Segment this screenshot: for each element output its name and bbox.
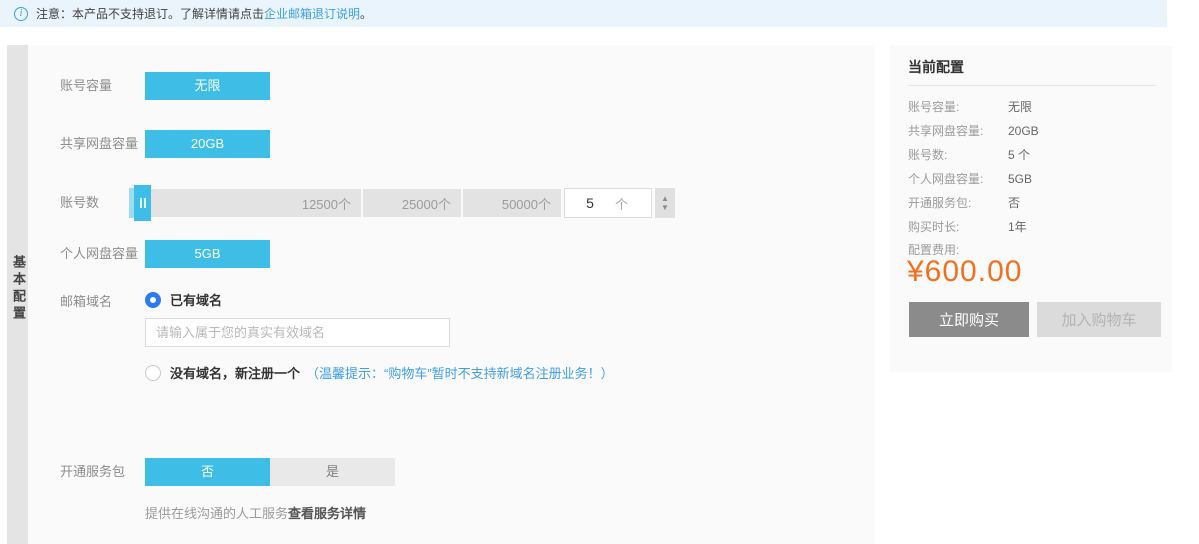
radio-unselected-icon[interactable] (145, 365, 161, 381)
summary-label: 购买时长: (908, 215, 1008, 239)
account-count-box: 个 (564, 188, 652, 218)
unsubscribe-help-link[interactable]: 企业邮箱退订说明 (264, 5, 360, 22)
service-pack-note: 提供在线沟通的人工服务查看服务详情 (145, 503, 366, 522)
summary-label: 账号数: (908, 143, 1008, 167)
card-title: 当前配置 (908, 57, 964, 77)
summary-value: 5 个 (1008, 143, 1030, 167)
notice-text: 注意：本产品不支持退订。了解详情请点击 (36, 5, 264, 22)
account-count-slider: 12500个 25000个 50000个 个 ▲ ▼ (129, 185, 675, 221)
notice-banner: i 注意：本产品不支持退订。了解详情请点击 企业邮箱退订说明 。 (0, 0, 1167, 27)
stepper-down-icon[interactable]: ▼ (661, 205, 669, 211)
slider-mark-25000[interactable]: 25000个 (363, 189, 461, 217)
new-domain-hint: （温馨提示：“购物车”暂时不支持新域名注册业务！） (306, 363, 614, 382)
account-capacity-option-unlimited[interactable]: 无限 (145, 72, 270, 100)
notice-period: 。 (360, 5, 372, 22)
add-to-cart-button[interactable]: 加入购物车 (1037, 302, 1161, 337)
account-count-stepper[interactable]: ▲ ▼ (655, 188, 675, 218)
radio-selected-icon[interactable] (145, 292, 161, 308)
stepper-up-icon[interactable]: ▲ (661, 196, 669, 202)
summary-row-shared-disk: 共享网盘容量: 20GB (908, 119, 1156, 143)
summary-row-duration: 购买时长: 1年 (908, 215, 1156, 239)
summary-value: 无限 (1008, 95, 1032, 119)
service-note-text: 提供在线沟通的人工服务 (145, 506, 288, 521)
summary-label: 个人网盘容量: (908, 167, 1008, 191)
account-count-input[interactable] (565, 195, 615, 211)
info-icon: i (14, 7, 28, 21)
shared-disk-option-20gb[interactable]: 20GB (145, 130, 270, 158)
slider-mark-50000[interactable]: 50000个 (463, 189, 561, 217)
service-pack-option-yes[interactable]: 是 (270, 458, 395, 486)
buy-now-button[interactable]: 立即购买 (909, 302, 1029, 337)
tab-basic-config[interactable]: 基本配置 (7, 255, 28, 323)
summary-label: 开通服务包: (908, 191, 1008, 215)
personal-disk-option-5gb[interactable]: 5GB (145, 240, 270, 268)
summary-value: 20GB (1008, 119, 1039, 143)
summary-value: 否 (1008, 191, 1020, 215)
page: i 注意：本产品不支持退订。了解详情请点击 企业邮箱退订说明 。 基本配置 账号… (0, 0, 1199, 544)
current-config-card: 当前配置 账号容量: 无限 共享网盘容量: 20GB 账号数: 5 个 个人网盘… (890, 45, 1172, 372)
radio-new-domain-label: 没有域名，新注册一个 (170, 363, 300, 382)
summary-value: 1年 (1008, 215, 1027, 239)
summary-row-service-pack: 开通服务包: 否 (908, 191, 1156, 215)
domain-input[interactable] (145, 318, 450, 347)
summary-row-account-count: 账号数: 5 个 (908, 143, 1156, 167)
summary-label: 账号容量: (908, 95, 1008, 119)
price-value: ¥600.00 (907, 255, 1022, 289)
summary-row-account-capacity: 账号容量: 无限 (908, 95, 1156, 119)
card-divider (908, 85, 1156, 86)
summary-value: 5GB (1008, 167, 1032, 191)
account-count-unit: 个 (615, 194, 651, 213)
slider-handle[interactable] (129, 185, 151, 221)
summary-label: 共享网盘容量: (908, 119, 1008, 143)
side-tab-strip: 基本配置 (7, 45, 28, 544)
card-rows: 账号容量: 无限 共享网盘容量: 20GB 账号数: 5 个 个人网盘容量: 5… (908, 95, 1156, 239)
config-panel: 账号容量 无限 共享网盘容量 20GB 账号数 12500个 25000个 50… (28, 45, 875, 544)
slider-mark-12500[interactable]: 12500个 (146, 189, 361, 217)
radio-have-domain-label: 已有域名 (170, 290, 222, 309)
service-pack-option-no[interactable]: 否 (145, 458, 270, 486)
summary-row-personal-disk: 个人网盘容量: 5GB (908, 167, 1156, 191)
radio-have-domain[interactable]: 已有域名 (145, 290, 222, 309)
radio-new-domain[interactable]: 没有域名，新注册一个 （温馨提示：“购物车”暂时不支持新域名注册业务！） (145, 363, 614, 382)
service-details-link[interactable]: 查看服务详情 (288, 506, 366, 521)
